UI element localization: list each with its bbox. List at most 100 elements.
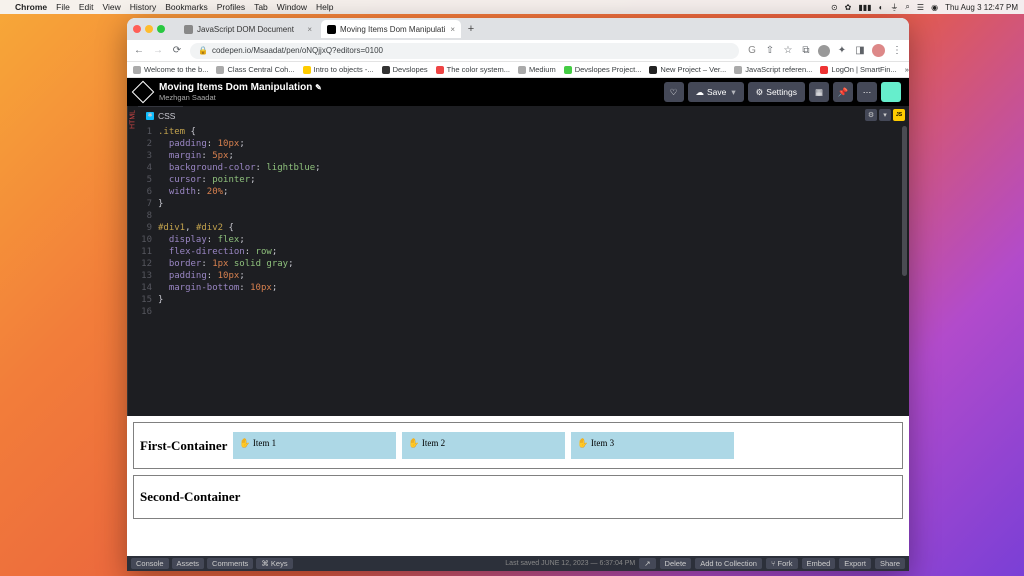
fork-button[interactable]: ⑂ Fork [766,558,798,569]
menu-window[interactable]: Window [277,2,307,12]
sidepanel-icon[interactable]: ◨ [854,45,866,57]
code-editor[interactable]: 1.item {2 padding: 10px;3 margin: 5px;4 … [138,124,909,416]
bookmark-icon[interactable]: ⧉ [800,45,812,57]
delete-button[interactable]: Delete [660,558,692,569]
embed-button[interactable]: Embed [802,558,836,569]
code-line[interactable]: 2 padding: 10px; [138,138,909,150]
code-content[interactable]: } [158,294,163,306]
status-icon[interactable]: ⊙ [831,3,838,12]
bookmark-item[interactable]: The color system... [436,65,510,74]
menu-history[interactable]: History [130,2,156,12]
code-content[interactable]: margin: 5px; [158,150,234,162]
bookmark-item[interactable]: Devslopes Project... [564,65,642,74]
preview-item[interactable]: ✋ Item 2 [402,432,565,459]
menu-edit[interactable]: Edit [79,2,94,12]
bookmark-item[interactable]: Class Central Coh... [216,65,294,74]
chevron-down-icon[interactable]: ▾ [731,87,735,98]
code-content[interactable]: } [158,198,163,210]
code-line[interactable]: 9#div1, #div2 { [138,222,909,234]
wifi-icon[interactable]: ⏚ [890,2,898,13]
menu-bookmarks[interactable]: Bookmarks [165,2,208,12]
code-line[interactable]: 7} [138,198,909,210]
html-panel-tab[interactable]: HTML [127,106,138,416]
heart-button[interactable]: ♡ [664,82,684,102]
code-line[interactable]: 14 margin-bottom: 10px; [138,282,909,294]
assets-button[interactable]: Assets [172,558,205,569]
code-line[interactable]: 4 background-color: lightblue; [138,162,909,174]
bookmark-item[interactable]: Medium [518,65,556,74]
search-icon[interactable]: ⌕ [905,2,909,12]
code-content[interactable]: padding: 10px; [158,270,245,282]
profile-avatar[interactable] [872,44,885,57]
minimize-window-button[interactable] [145,25,153,33]
panel-settings-icon[interactable]: ⚙ [865,109,877,121]
status-icon[interactable]: ◐ [879,3,884,12]
share-button[interactable]: Share [875,558,905,569]
comments-button[interactable]: Comments [207,558,253,569]
share-icon[interactable]: ⇧ [764,45,776,57]
preview-item[interactable]: ✋ Item 3 [571,432,734,459]
add-collection-button[interactable]: Add to Collection [695,558,762,569]
code-line[interactable]: 12 border: 1px solid gray; [138,258,909,270]
code-line[interactable]: 11 flex-direction: row; [138,246,909,258]
edit-title-icon[interactable]: ✎ [315,83,322,92]
code-line[interactable]: 3 margin: 5px; [138,150,909,162]
menu-button[interactable]: ⋯ [857,82,877,102]
bookmark-item[interactable]: Intro to objects -... [303,65,374,74]
extensions-icon[interactable]: ✦ [836,45,848,57]
code-line[interactable]: 16 [138,306,909,318]
menu-file[interactable]: File [56,2,70,12]
save-button[interactable]: ☁Save▾ [688,82,744,102]
bookmarks-overflow-icon[interactable]: » [905,65,909,74]
code-content[interactable]: flex-direction: row; [158,246,277,258]
scrollbar[interactable] [902,126,907,276]
menubar-app[interactable]: Chrome [15,2,47,12]
extension-icon[interactable] [818,45,830,57]
browser-tab[interactable]: JavaScript DOM Document × [178,20,318,38]
battery-icon[interactable]: ▮▮▮ [858,3,871,12]
reload-button[interactable]: ⟳ [171,45,183,57]
status-icon[interactable]: ✿ [845,3,852,12]
console-button[interactable]: Console [131,558,169,569]
keys-button[interactable]: ⌘ Keys [256,558,292,569]
code-line[interactable]: 5 cursor: pointer; [138,174,909,186]
maximize-window-button[interactable] [157,25,165,33]
menubar-clock[interactable]: Thu Aug 3 12:47 PM [945,3,1018,12]
menu-tab[interactable]: Tab [254,2,268,12]
menu-profiles[interactable]: Profiles [217,2,245,12]
control-center-icon[interactable]: ☰ [917,3,924,12]
new-tab-button[interactable]: + [464,22,478,36]
code-line[interactable]: 8 [138,210,909,222]
close-tab-icon[interactable]: × [307,25,312,34]
code-line[interactable]: 15} [138,294,909,306]
pin-button[interactable]: 📌 [833,82,853,102]
back-button[interactable]: ← [133,45,145,57]
star-icon[interactable]: ☆ [782,45,794,57]
code-content[interactable]: #div1, #div2 { [158,222,234,234]
code-line[interactable]: 10 display: flex; [138,234,909,246]
menu-help[interactable]: Help [316,2,333,12]
user-avatar[interactable] [881,82,901,102]
bookmark-item[interactable]: Welcome to the b... [133,65,208,74]
bookmark-item[interactable]: Devslopes [382,65,428,74]
popout-button[interactable]: ↗ [639,558,655,569]
kebab-menu-icon[interactable]: ⋮ [891,45,903,57]
menu-view[interactable]: View [102,2,120,12]
close-window-button[interactable] [133,25,141,33]
codepen-logo-icon[interactable] [132,81,155,104]
settings-button[interactable]: ⚙Settings [748,82,805,102]
url-field[interactable]: 🔒 codepen.io/Msaadat/pen/oNQjjxQ?editors… [190,43,739,59]
bookmark-item[interactable]: New Project – Ver... [649,65,726,74]
siri-icon[interactable]: ◉ [931,3,938,12]
code-content[interactable]: margin-bottom: 10px; [158,282,277,294]
chevron-down-icon[interactable]: ▾ [879,109,891,121]
pen-author[interactable]: Mezhgan Saadat [159,93,322,102]
pen-title[interactable]: Moving Items Dom Manipulation [159,82,312,93]
code-content[interactable]: border: 1px solid gray; [158,258,294,270]
code-line[interactable]: 13 padding: 10px; [138,270,909,282]
gtranslate-icon[interactable]: G [746,45,758,57]
export-button[interactable]: Export [839,558,871,569]
css-panel-tab[interactable]: ✱ CSS [138,106,183,124]
close-tab-icon[interactable]: × [450,25,455,34]
code-content[interactable]: cursor: pointer; [158,174,256,186]
